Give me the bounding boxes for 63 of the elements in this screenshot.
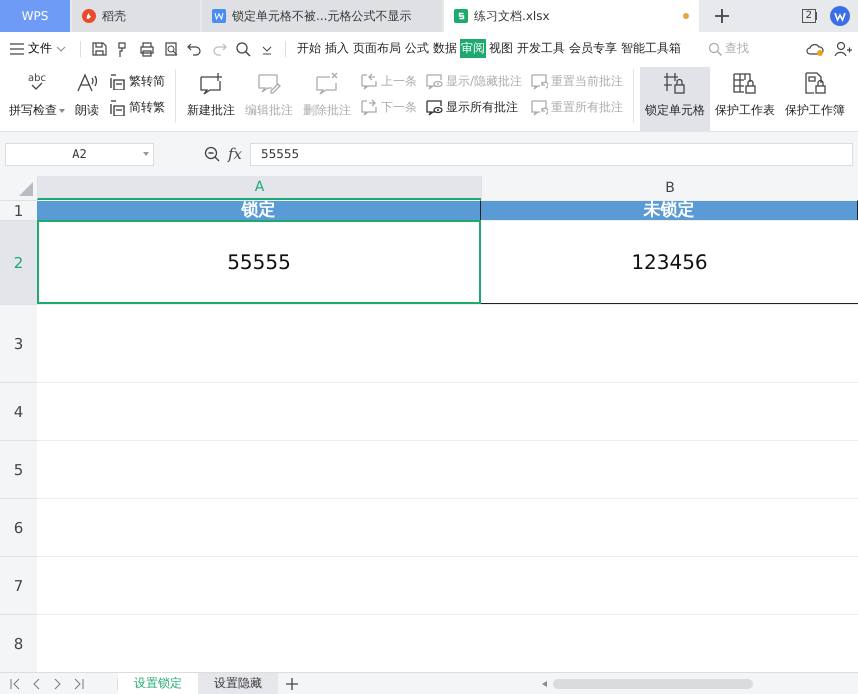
ribbon-button[interactable]: 保护工作簿: [780, 67, 850, 131]
table-cell[interactable]: 55555: [37, 220, 481, 304]
wps-logo-icon: [830, 6, 850, 26]
last-sheet-icon[interactable]: [73, 678, 84, 690]
ribbon-button[interactable]: 锁定单元格: [640, 67, 710, 131]
ribbon-tab[interactable]: 视图: [488, 39, 514, 58]
undo-icon[interactable]: [187, 40, 203, 56]
ribbon-tab[interactable]: 公式: [404, 39, 430, 58]
print-preview-icon[interactable]: [163, 40, 179, 56]
menu-icon: [10, 42, 24, 54]
scroll-left-icon: [542, 680, 547, 686]
spreadsheet-s-icon: [454, 9, 468, 23]
caret-icon: [143, 152, 149, 156]
ribbon-button[interactable]: 繁转简: [108, 72, 165, 90]
ribbon-button[interactable]: 朗读: [70, 67, 104, 131]
ribbon-button[interactable]: abc 拼写检查: [4, 67, 70, 131]
ribbon-button[interactable]: 新建批注: [182, 67, 240, 131]
add-user-icon[interactable]: [834, 40, 852, 56]
ribbon-tab[interactable]: 页面布局: [352, 39, 402, 58]
save-icon[interactable]: [91, 40, 107, 56]
table-cell[interactable]: 123456: [481, 220, 858, 304]
add-sheet-icon[interactable]: [286, 678, 298, 690]
ribbon-button[interactable]: 显示所有批注: [425, 98, 522, 116]
document-w-icon: [212, 9, 226, 23]
zoom-icon[interactable]: [204, 146, 220, 162]
sheet-tab[interactable]: 设置隐藏: [198, 672, 278, 694]
file-menu[interactable]: 文件: [6, 40, 70, 57]
function-label[interactable]: fx: [228, 145, 242, 163]
ribbon-tab[interactable]: 开发工具: [516, 39, 566, 58]
comment-eye-icon: [425, 98, 443, 116]
comment-plus-icon: [198, 71, 224, 97]
plus-icon: [715, 9, 729, 23]
next-sheet-icon[interactable]: [52, 678, 63, 690]
name-box[interactable]: A2: [5, 142, 154, 166]
comment-eye-icon: [425, 72, 443, 90]
prev-sheet-icon[interactable]: [31, 678, 42, 690]
comment-reset-icon: [530, 72, 548, 90]
first-sheet-icon[interactable]: [10, 678, 21, 690]
search-icon: [708, 42, 722, 56]
comment-prev-icon: [360, 72, 378, 90]
comment-next-icon: [360, 98, 378, 116]
ribbon-tab[interactable]: 智能工具箱: [620, 39, 682, 58]
search-icon[interactable]: [235, 40, 251, 56]
formula-field[interactable]: 55555: [250, 142, 853, 166]
flame-icon: [82, 9, 96, 23]
print-icon[interactable]: [139, 40, 155, 56]
ribbon-tab[interactable]: 数据: [432, 39, 458, 58]
document-tab[interactable]: 锁定单元格不被...元格公式不显示: [202, 0, 442, 32]
comment-cross-icon: [314, 71, 340, 97]
document-tab[interactable]: 稻壳: [72, 0, 200, 32]
window-count-button[interactable]: 2: [802, 9, 816, 23]
chevron-down-icon: [56, 46, 66, 52]
ribbon-tab[interactable]: 开始: [296, 39, 322, 58]
convert-icon: [108, 72, 126, 90]
ribbon-button[interactable]: 保护工作表: [710, 67, 780, 131]
ribbon-tab[interactable]: 会员专享: [568, 39, 618, 58]
select-all-icon: [19, 182, 33, 196]
comment-reset-icon: [530, 98, 548, 116]
ribbon-button[interactable]: 简转繁: [108, 98, 165, 116]
scrollbar-thumb[interactable]: [553, 678, 753, 688]
ribbon-tab[interactable]: 插入: [324, 39, 350, 58]
convert-icon: [108, 98, 126, 116]
document-tab[interactable]: 练习文档.xlsx: [444, 0, 699, 32]
